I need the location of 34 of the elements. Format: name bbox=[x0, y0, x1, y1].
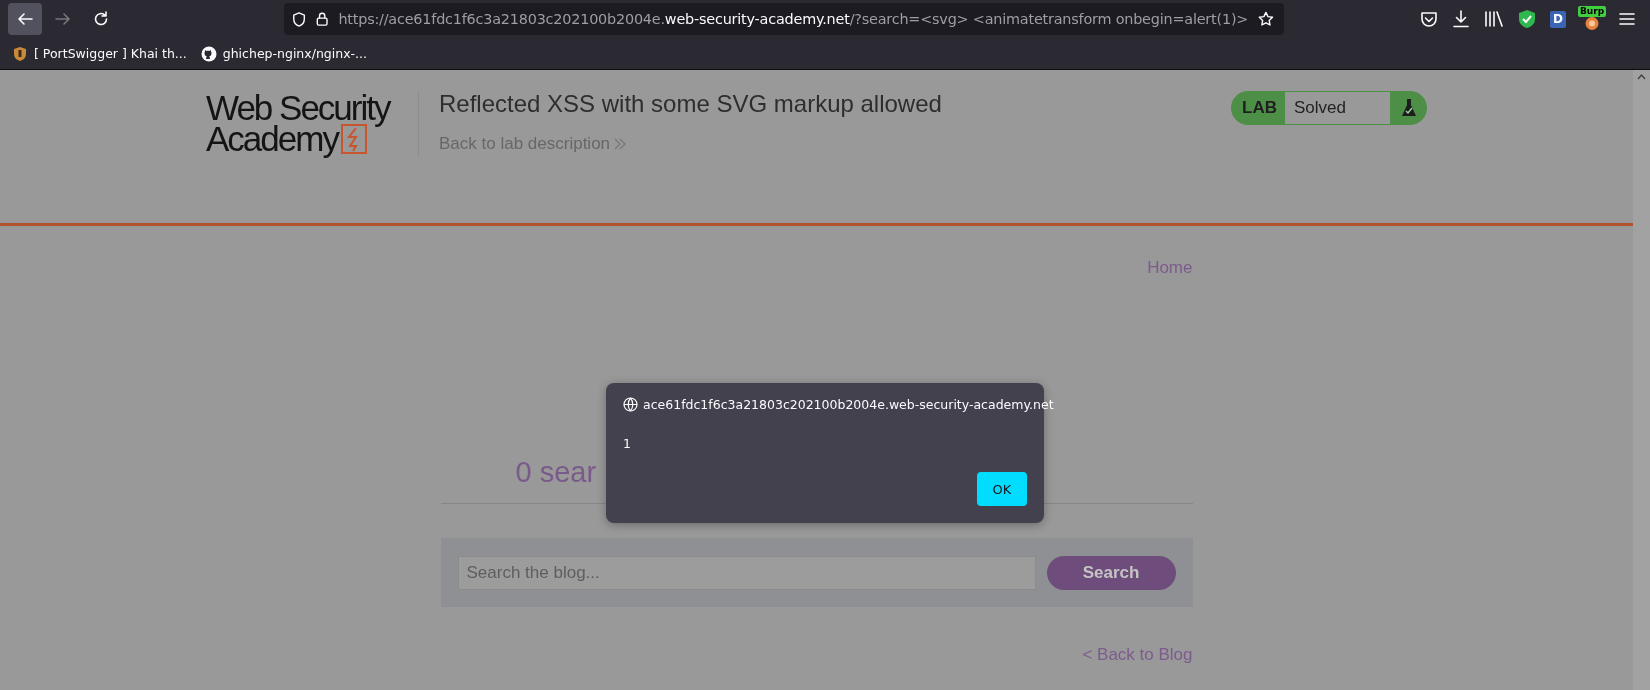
lab-status-badge: LAB Solved bbox=[1231, 91, 1427, 125]
bookmark[interactable]: ghichep-nginx/nginx-... bbox=[200, 45, 367, 62]
dialog-message: 1 bbox=[623, 436, 632, 451]
dialog-origin: ace61fdc1f6c3a21803c202100b2004e.web-security-academy.net bbox=[643, 397, 1054, 412]
scrollbar[interactable] bbox=[1633, 70, 1650, 690]
ok-button[interactable]: OK bbox=[977, 472, 1027, 506]
burp-extension-icon[interactable] bbox=[1585, 17, 1599, 30]
download-icon[interactable] bbox=[1452, 10, 1470, 28]
lock-icon bbox=[316, 11, 329, 27]
back-button[interactable] bbox=[8, 3, 42, 35]
github-icon bbox=[200, 45, 217, 62]
shield-check-icon[interactable] bbox=[1518, 9, 1536, 29]
globe-icon bbox=[623, 397, 638, 412]
results-heading: 0 sear bbox=[515, 456, 597, 490]
shield-favicon-icon bbox=[12, 45, 28, 62]
search-field[interactable]: Search the blog... bbox=[457, 555, 1036, 590]
address-bar[interactable]: https://ace61fdc1f6c3a21803c202100b2004e.web-security-academy.net/?search=<svg> <animatetransform onbegin=alert(1)> bbox=[284, 3, 1284, 35]
back-arrow-icon bbox=[17, 12, 33, 26]
extension-icon[interactable]: D bbox=[1550, 10, 1566, 28]
scroll-up-icon[interactable] bbox=[1637, 74, 1646, 80]
star-icon[interactable] bbox=[1258, 10, 1274, 28]
search-button[interactable]: Search bbox=[1046, 555, 1176, 590]
url-text: https://ace61fdc1f6c3a21803c202100b2004e.web-security-academy.net/?search=<svg> <animatetransform onbegin=alert(1)> bbox=[338, 11, 1249, 27]
forward-arrow-icon bbox=[55, 12, 71, 26]
double-chevron-icon bbox=[614, 138, 627, 150]
shield-icon bbox=[292, 10, 307, 28]
pocket-icon[interactable] bbox=[1420, 10, 1438, 28]
flask-icon bbox=[1401, 98, 1417, 118]
lab-title: Reflected XSS with some SVG markup allowed bbox=[439, 90, 943, 118]
bookmark[interactable]: [ PortSwigger ] Khai th... bbox=[12, 45, 187, 62]
extension-badge: Burp bbox=[1577, 6, 1607, 17]
menu-icon[interactable] bbox=[1618, 12, 1636, 26]
reload-icon bbox=[93, 11, 109, 27]
library-icon[interactable] bbox=[1484, 11, 1504, 27]
